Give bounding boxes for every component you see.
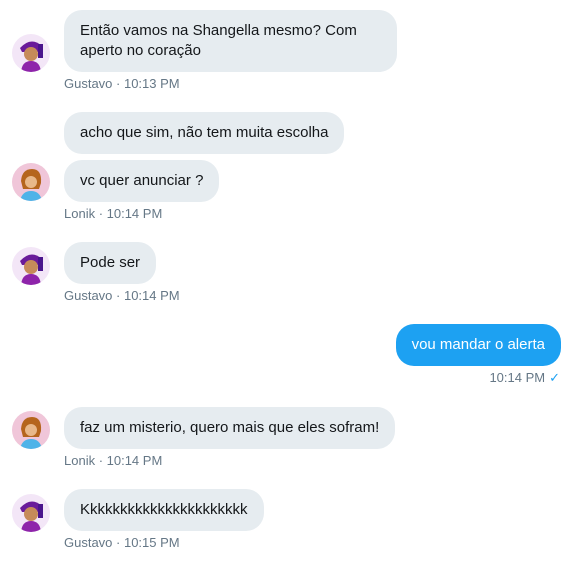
outgoing-message-bubble[interactable]: vou mandar o alerta [395, 324, 561, 366]
message-meta: Gustavo · 10:15 PM [64, 535, 180, 550]
message-meta: 10:14 PM ✓ [489, 370, 560, 386]
message-meta: Gustavo · 10:13 PM [64, 76, 180, 91]
gustavo-avatar-icon[interactable] [12, 247, 50, 285]
message-bubble[interactable]: Kkkkkkkkkkkkkkkkkkkkkk [64, 489, 264, 531]
message-meta: Lonik · 10:14 PM [64, 206, 163, 221]
gustavo-avatar-icon[interactable] [12, 34, 50, 72]
message-bubble[interactable]: vc quer anunciar ? [64, 160, 220, 202]
message-bubble[interactable]: Então vamos na Shangella mesmo? Com aper… [64, 10, 397, 72]
message-bubble[interactable]: faz um misterio, quero mais que eles sof… [64, 407, 396, 449]
message-meta: Lonik · 10:14 PM [64, 453, 163, 468]
message-bubble[interactable]: acho que sim, não tem muita escolha [64, 112, 345, 154]
message-bubble[interactable]: Pode ser [64, 242, 157, 284]
lonik-avatar-icon[interactable] [12, 411, 50, 449]
lonik-avatar-icon[interactable] [12, 163, 50, 201]
gustavo-avatar-icon[interactable] [12, 494, 50, 532]
sent-check-icon: ✓ [549, 370, 560, 385]
message-meta: Gustavo · 10:14 PM [64, 288, 180, 303]
message-time: 10:14 PM [489, 370, 546, 385]
